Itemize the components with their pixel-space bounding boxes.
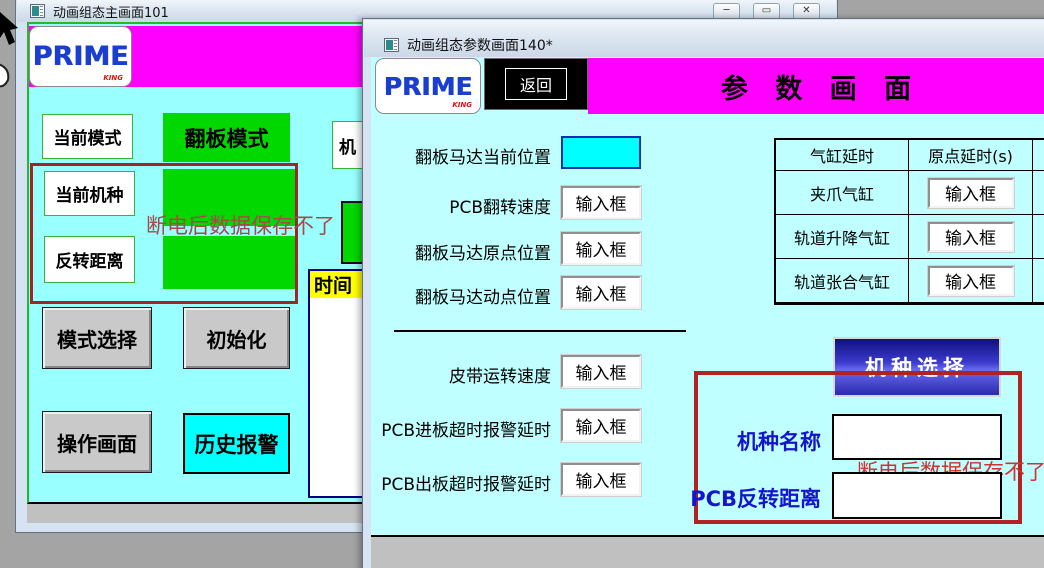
pcb-out-timeout-input[interactable]: 输入框	[561, 463, 641, 496]
flip-motor-position-display	[561, 136, 641, 169]
table-row-name: 轨道张合气缸	[776, 259, 909, 303]
window-icon	[30, 4, 45, 18]
power-loss-annotation-main: 断电后数据保存不了	[146, 210, 335, 240]
flip-mode-indicator: 翻板模式	[163, 113, 290, 162]
table-cell: 输入框	[909, 215, 1033, 259]
mode-select-button[interactable]: 模式选择	[42, 307, 152, 369]
param-label-5: PCB进板超时报警延时	[371, 416, 551, 441]
table-row-name: 夹爪气缸	[776, 171, 909, 215]
table-header-extra	[1033, 140, 1044, 171]
current-mode-field: 当前模式	[42, 114, 133, 159]
return-button[interactable]: 返回	[484, 58, 588, 110]
model-name-label: 机种名称	[661, 426, 821, 456]
prime-logo-text: PRIME	[384, 72, 473, 101]
reverse-distance-value-box	[163, 236, 295, 289]
parameter-window-titlebar[interactable]: 动画组态参数画面140*	[364, 20, 1044, 57]
minimize-button[interactable]: ─	[713, 3, 740, 20]
section-divider	[394, 330, 686, 332]
parameter-window: 动画组态参数画面140* 参 数 画 面 PRIME KING 返回 翻板马达当…	[362, 18, 1044, 568]
operation-screen-button[interactable]: 操作画面	[42, 411, 152, 473]
parameter-window-title: 动画组态参数画面140*	[407, 35, 553, 55]
table-header-cylinder: 气缸延时	[776, 140, 909, 171]
kings-logo-mark: KING	[452, 101, 472, 109]
cylinder-delay-table: 气缸延时 原点延时(s) 夹爪气缸 输入框 轨道升降气缸 输入框 轨道张合气缸 …	[774, 138, 1044, 305]
param-label-4: 皮带运转速度	[371, 362, 551, 387]
reverse-distance-field: 反转距离	[44, 236, 135, 283]
table-cell-extra	[1033, 171, 1044, 215]
partial-model-field: 机	[332, 121, 366, 169]
maximize-button[interactable]: ▭	[753, 3, 780, 20]
parameter-hmi-screen: 参 数 画 面 PRIME KING 返回 翻板马达当前位置 PCB翻转速度 输…	[371, 57, 1044, 537]
prime-logo: PRIME KING	[29, 26, 132, 87]
table-cell: 输入框	[909, 171, 1033, 215]
history-alarm-button[interactable]: 历史报警	[183, 413, 290, 474]
table-cell-extra	[1033, 215, 1044, 259]
window-icon	[384, 38, 399, 52]
claw-cylinder-input[interactable]: 输入框	[928, 178, 1014, 208]
kings-logo-mark: KING	[103, 74, 123, 82]
pcb-reverse-distance-label: PCB反转距离	[651, 483, 821, 513]
param-label-1: PCB翻转速度	[371, 193, 551, 218]
pcb-reverse-distance-input[interactable]	[832, 472, 1002, 519]
pcb-flip-speed-input[interactable]: 输入框	[561, 186, 641, 219]
prime-logo: PRIME KING	[375, 58, 481, 114]
table-row-name: 轨道升降气缸	[776, 215, 909, 259]
param-screen-title: 参 数 画 面	[721, 67, 920, 106]
current-model-field: 当前机种	[44, 171, 135, 216]
initialize-button[interactable]: 初始化	[183, 307, 290, 369]
rail-lift-cylinder-input[interactable]: 输入框	[928, 222, 1014, 252]
param-label-0: 翻板马达当前位置	[371, 143, 551, 168]
flip-motor-moving-input[interactable]: 输入框	[561, 276, 641, 309]
flip-motor-origin-input[interactable]: 输入框	[561, 232, 641, 265]
model-name-input[interactable]	[832, 414, 1002, 460]
param-label-3: 翻板马达动点位置	[371, 283, 551, 308]
belt-speed-input[interactable]: 输入框	[561, 355, 641, 388]
param-header-band: 参 数 画 面	[588, 58, 1044, 114]
desktop: 动画组态主画面101 ─ ▭ ✕ PRIME KING 当前模式 翻板模式 机 …	[0, 0, 1044, 568]
table-cell-extra	[1033, 259, 1044, 303]
main-window-title: 动画组态主画面101	[53, 2, 169, 21]
rail-clamp-cylinder-input[interactable]: 输入框	[928, 266, 1014, 296]
pcb-in-timeout-input[interactable]: 输入框	[561, 409, 641, 442]
table-cell: 输入框	[909, 259, 1033, 303]
return-button-label: 返回	[505, 68, 567, 100]
mouse-cursor-icon	[0, 12, 24, 92]
prime-logo-text: PRIME	[33, 41, 129, 72]
param-label-2: 翻板马达原点位置	[371, 239, 551, 264]
param-label-6: PCB出板超时报警延时	[371, 470, 551, 495]
table-header-origin-delay: 原点延时(s)	[909, 140, 1033, 171]
close-button[interactable]: ✕	[793, 3, 820, 20]
